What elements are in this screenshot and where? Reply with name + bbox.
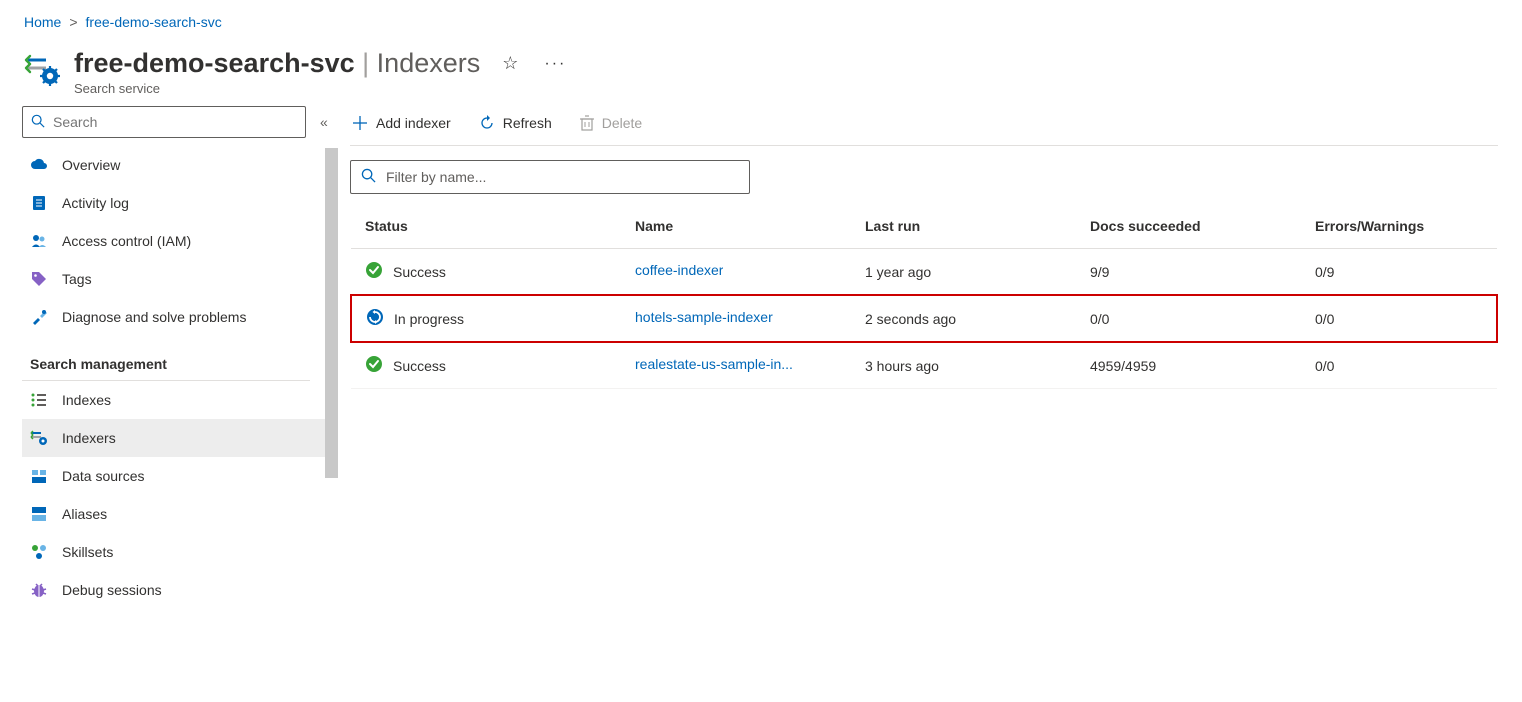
delete-button[interactable]: Delete [578, 111, 644, 135]
datasource-icon [30, 467, 48, 485]
indexer-icon [24, 52, 60, 88]
skillset-icon [30, 543, 48, 561]
sidebar-item-overview[interactable]: Overview [22, 146, 338, 184]
log-icon [30, 194, 48, 212]
chevron-right-icon: > [69, 14, 77, 30]
sidebar-item-label: Indexers [62, 430, 116, 446]
collapse-sidebar-button[interactable]: « [320, 114, 328, 130]
page-title: free-demo-search-svc | Indexers [74, 48, 480, 79]
sidebar-search[interactable] [22, 106, 306, 138]
sidebar-item-diagnose-and-solve-problems[interactable]: Diagnose and solve problems [22, 298, 338, 336]
search-icon [361, 168, 376, 186]
errors-cell: 0/0 [1301, 342, 1497, 389]
sidebar-item-access-control-iam-[interactable]: Access control (IAM) [22, 222, 338, 260]
sidebar-item-tags[interactable]: Tags [22, 260, 338, 298]
refresh-icon [479, 115, 495, 131]
indexer-icon [30, 429, 48, 447]
indexer-link[interactable]: coffee-indexer [635, 262, 723, 278]
sidebar-item-activity-log[interactable]: Activity log [22, 184, 338, 222]
indexer-link[interactable]: realestate-us-sample-in... [635, 356, 793, 372]
debug-icon [30, 581, 48, 599]
sidebar-item-label: Aliases [62, 506, 107, 522]
page-header: free-demo-search-svc | Indexers ☆ ··· Se… [0, 34, 1522, 106]
add-indexer-button[interactable]: Add indexer [350, 111, 453, 135]
sidebar-search-input[interactable] [53, 114, 297, 130]
sidebar-item-skillsets[interactable]: Skillsets [22, 533, 338, 571]
sidebar-item-debug-sessions[interactable]: Debug sessions [22, 571, 338, 609]
chevron-double-left-icon: « [320, 114, 328, 130]
people-icon [30, 232, 48, 250]
cloud-icon [30, 156, 48, 174]
last-run-cell: 3 hours ago [851, 342, 1076, 389]
delete-label: Delete [602, 115, 642, 131]
sidebar-item-indexers[interactable]: Indexers [22, 419, 338, 457]
sidebar-scrollbar[interactable] [325, 148, 338, 478]
sidebar-item-label: Overview [62, 157, 120, 173]
toolbar: Add indexer Refresh Delete [350, 106, 1498, 146]
refresh-button[interactable]: Refresh [477, 111, 554, 135]
sidebar-item-label: Access control (IAM) [62, 233, 191, 249]
sidebar-item-label: Data sources [62, 468, 144, 484]
col-docs[interactable]: Docs succeeded [1076, 204, 1301, 249]
refresh-label: Refresh [503, 115, 552, 131]
docs-cell: 4959/4959 [1076, 342, 1301, 389]
alias-icon [30, 505, 48, 523]
search-icon [31, 114, 45, 131]
check-circle-icon [365, 261, 383, 282]
breadcrumb-home[interactable]: Home [24, 14, 61, 30]
col-status[interactable]: Status [351, 204, 621, 249]
filter-input-wrap[interactable] [350, 160, 750, 194]
page-subtitle: Search service [74, 81, 570, 96]
tag-icon [30, 270, 48, 288]
errors-cell: 0/9 [1301, 249, 1497, 296]
sync-icon [366, 308, 384, 329]
status-text: Success [393, 358, 446, 374]
col-name[interactable]: Name [621, 204, 851, 249]
docs-cell: 0/0 [1076, 295, 1301, 342]
table-row[interactable]: In progress hotels-sample-indexer 2 second… [351, 295, 1497, 342]
errors-cell: 0/0 [1301, 295, 1497, 342]
favorite-button[interactable]: ☆ [498, 49, 522, 78]
trash-icon [580, 115, 594, 131]
sidebar-group-header: Search management [22, 336, 310, 381]
col-errors[interactable]: Errors/Warnings [1301, 204, 1497, 249]
sidebar-item-aliases[interactable]: Aliases [22, 495, 338, 533]
sidebar: « Overview Activity log Access control (IA… [0, 106, 338, 698]
check-circle-icon [365, 355, 383, 376]
col-last-run[interactable]: Last run [851, 204, 1076, 249]
table-row[interactable]: Success realestate-us-sample-in... 3 hours… [351, 342, 1497, 389]
sidebar-item-label: Skillsets [62, 544, 113, 560]
sidebar-item-label: Debug sessions [62, 582, 162, 598]
status-text: In progress [394, 311, 464, 327]
docs-cell: 9/9 [1076, 249, 1301, 296]
breadcrumb-resource[interactable]: free-demo-search-svc [86, 14, 222, 30]
list-icon [30, 391, 48, 409]
sidebar-item-label: Tags [62, 271, 92, 287]
table-row[interactable]: Success coffee-indexer 1 year ago9/90/9 [351, 249, 1497, 296]
sidebar-item-label: Diagnose and solve problems [62, 309, 246, 325]
status-text: Success [393, 264, 446, 280]
filter-input[interactable] [386, 169, 739, 185]
sidebar-item-data-sources[interactable]: Data sources [22, 457, 338, 495]
more-icon: ··· [544, 55, 566, 72]
breadcrumb: Home > free-demo-search-svc [0, 0, 1522, 34]
last-run-cell: 2 seconds ago [851, 295, 1076, 342]
indexer-link[interactable]: hotels-sample-indexer [635, 309, 773, 325]
tools-icon [30, 308, 48, 326]
add-indexer-label: Add indexer [376, 115, 451, 131]
sidebar-item-label: Indexes [62, 392, 111, 408]
last-run-cell: 1 year ago [851, 249, 1076, 296]
indexers-table: Status Name Last run Docs succeeded Erro… [350, 204, 1498, 389]
star-icon: ☆ [502, 53, 518, 73]
sidebar-item-indexes[interactable]: Indexes [22, 381, 338, 419]
more-button[interactable]: ··· [540, 51, 570, 77]
plus-icon [352, 115, 368, 131]
sidebar-item-label: Activity log [62, 195, 129, 211]
main-content: Add indexer Refresh Delete [338, 106, 1522, 698]
